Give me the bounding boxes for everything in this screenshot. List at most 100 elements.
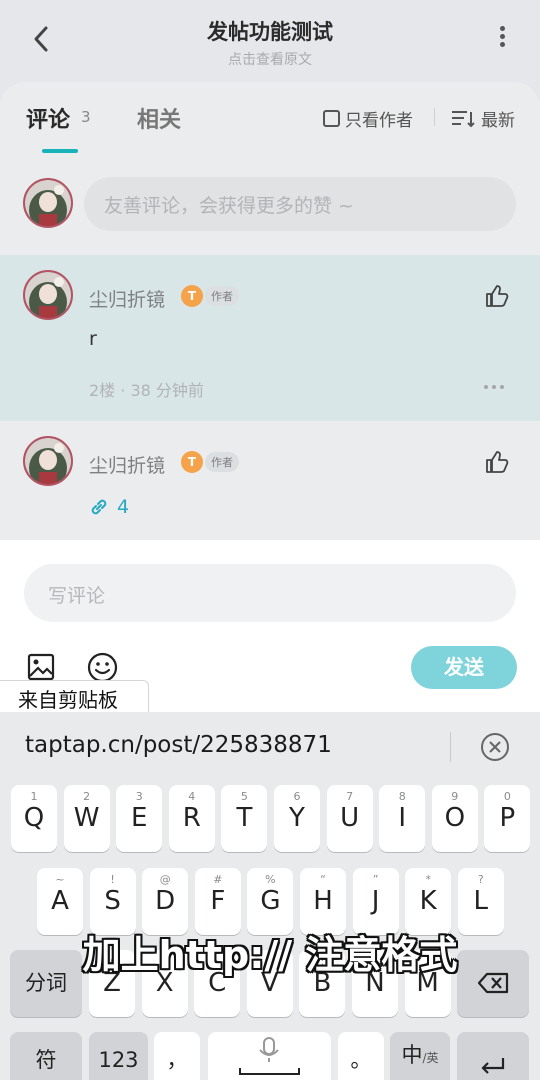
author-only-checkbox[interactable] [323, 110, 340, 127]
key-hint: 5 [240, 790, 248, 803]
video-caption: 加上http:// 注意格式 [82, 933, 458, 977]
key-label: I [398, 803, 407, 833]
commenter-name[interactable]: 尘归折镜 [89, 285, 165, 312]
post-title: 发帖功能测试 [207, 20, 333, 44]
period-key[interactable]: 。 [338, 1032, 384, 1080]
key-hint: 6 [293, 790, 301, 803]
key-hint: % [265, 873, 276, 886]
key-u[interactable]: 7U [326, 785, 373, 852]
like-icon[interactable] [484, 449, 510, 475]
comment-more-icon[interactable] [484, 385, 504, 391]
key-label: Y [289, 803, 305, 833]
symbol-key[interactable]: 符 [10, 1032, 82, 1080]
key-e[interactable]: 3E [116, 785, 163, 852]
key-q[interactable]: 1Q [11, 785, 57, 852]
key-label: E [130, 803, 148, 833]
link-count: 4 [117, 496, 130, 518]
key-label: A [51, 886, 69, 916]
tab-bar: 评论 3 相关 只看作者 最新 [0, 82, 540, 162]
key-label: 。 [350, 1048, 372, 1072]
language-key[interactable]: 中/英 [390, 1032, 450, 1080]
key-hint: 0 [503, 790, 511, 803]
number-key[interactable]: 123 [89, 1032, 148, 1080]
key-hint: ~ [55, 873, 65, 886]
comment-text: r [89, 328, 97, 350]
sort-button[interactable]: 最新 [451, 106, 515, 131]
key-hint: 1 [30, 790, 38, 803]
clipboard-suggestion[interactable]: taptap.cn/post/225838871 [25, 732, 332, 758]
image-icon[interactable] [27, 653, 55, 681]
comma-key[interactable]: ， [154, 1032, 200, 1080]
comment-count: 3 [81, 108, 91, 126]
soft-keyboard: taptap.cn/post/225838871 1Q2W3E4R5T6Y7U8… [0, 712, 540, 1080]
sort-icon [452, 110, 475, 127]
level-badge-icon: T [181, 451, 203, 473]
my-avatar[interactable] [23, 178, 73, 228]
link-attachment[interactable]: 4 [89, 496, 129, 518]
author-only-filter[interactable]: 只看作者 [323, 106, 413, 131]
key-o[interactable]: 9O [431, 785, 478, 852]
more-options-icon[interactable] [498, 26, 506, 52]
top-bar: 发帖功能测试 点击查看原文 [0, 0, 540, 80]
key-label: ， [166, 1048, 188, 1072]
commenter-avatar[interactable] [23, 270, 73, 320]
comment-item[interactable]: 尘归折镜 T 作者 r 2楼 · 38 分钟前 [0, 255, 540, 421]
key-hint: 7 [346, 790, 354, 803]
level-badge-icon: T [181, 285, 203, 307]
like-icon[interactable] [484, 283, 510, 309]
link-icon [91, 499, 107, 515]
key-y[interactable]: 6Y [274, 785, 320, 852]
key-label: O [444, 803, 466, 833]
key-hint: 2 [83, 790, 91, 803]
sort-label: 最新 [481, 111, 515, 131]
enter-key[interactable] [457, 1032, 529, 1080]
key-hint: ! [110, 873, 115, 886]
key-hint: “ [320, 873, 326, 886]
key-label: Q [23, 803, 45, 833]
title-area[interactable]: 发帖功能测试 点击查看原文 [0, 16, 540, 69]
key-label: K [419, 886, 437, 916]
active-tab-indicator [42, 149, 78, 153]
comment-input[interactable]: 友善评论，会获得更多的赞 ~ [84, 177, 516, 231]
key-hint: 9 [451, 790, 459, 803]
view-original-link[interactable]: 点击查看原文 [0, 49, 540, 69]
key-hint: # [213, 873, 223, 886]
comment-composer: 友善评论，会获得更多的赞 ~ [0, 174, 540, 234]
key-label: G [260, 886, 281, 916]
key-p[interactable]: 0P [484, 785, 531, 852]
tab-comments[interactable]: 评论 [26, 102, 70, 134]
key-hint: @ [159, 873, 171, 886]
comment-item[interactable]: 尘归折镜 T 作者 4 [0, 421, 540, 540]
author-tag: 作者 [205, 452, 239, 472]
key-label: P [499, 803, 516, 833]
reply-input[interactable]: 写评论 [24, 564, 516, 622]
comment-panel: 评论 3 相关 只看作者 最新 友善评论，会获得更多的赞 ~ 尘归折镜 T 作者… [0, 82, 540, 540]
comment-meta: 2楼 · 38 分钟前 [89, 381, 204, 400]
filter-divider [434, 108, 435, 126]
space-key[interactable] [208, 1032, 331, 1080]
send-button[interactable]: 发送 [411, 646, 517, 689]
key-label: H [313, 886, 333, 916]
clipboard-divider [450, 732, 451, 762]
enter-icon [481, 1058, 505, 1074]
clipboard-label: 来自剪贴板 [0, 680, 149, 714]
key-label: L [473, 886, 489, 916]
emoji-icon[interactable] [87, 652, 118, 683]
key-hint: 8 [398, 790, 406, 803]
key-r[interactable]: 4R [168, 785, 215, 852]
tab-related[interactable]: 相关 [137, 102, 181, 134]
author-only-label: 只看作者 [345, 111, 413, 131]
key-t[interactable]: 5T [221, 785, 268, 852]
commenter-name[interactable]: 尘归折镜 [89, 451, 165, 478]
key-hint: 4 [188, 790, 196, 803]
language-label: 中 [401, 1043, 423, 1067]
key-label: W [73, 803, 100, 833]
commenter-avatar[interactable] [23, 436, 73, 486]
close-icon[interactable] [480, 732, 510, 762]
key-hint: * [425, 873, 431, 886]
key-label: J [371, 886, 380, 916]
key-w[interactable]: 2W [63, 785, 110, 852]
key-label: U [340, 803, 360, 833]
key-label: D [155, 886, 176, 916]
key-i[interactable]: 8I [379, 785, 426, 852]
